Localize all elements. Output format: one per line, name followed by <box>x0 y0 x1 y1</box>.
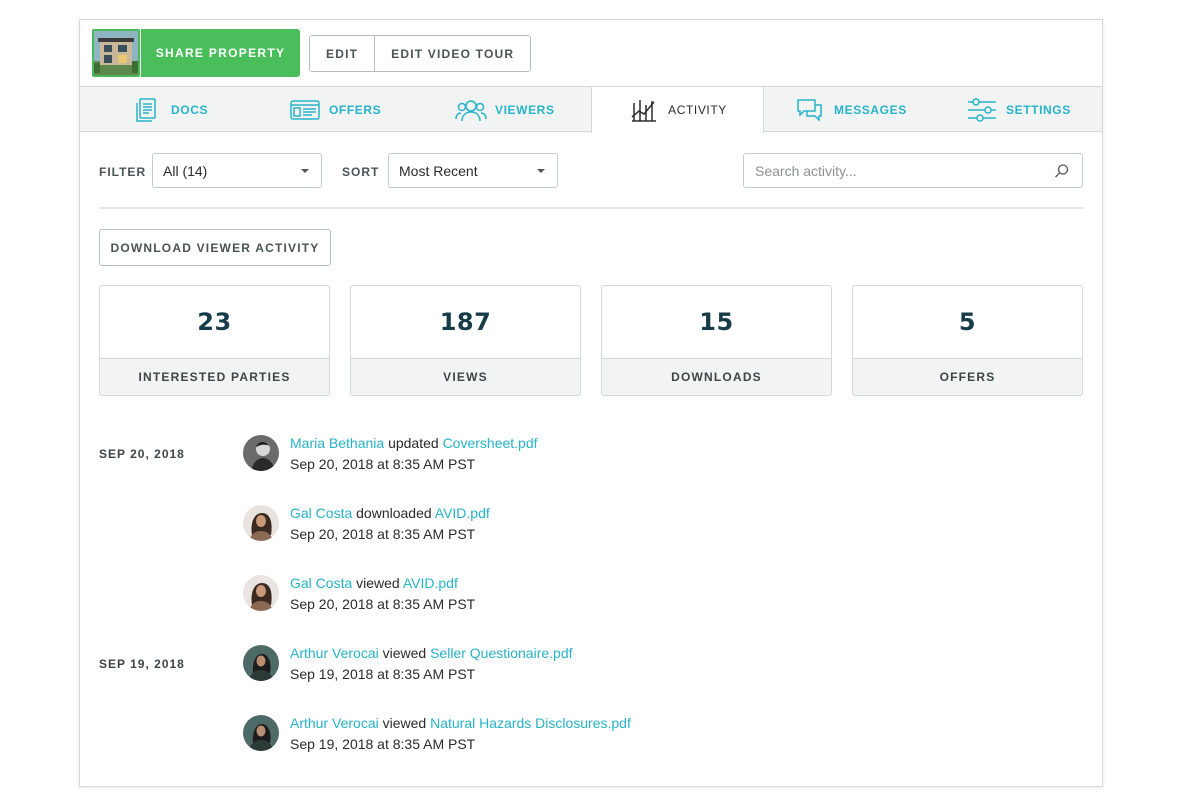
tab-bar: DOCS OFFERS VIEWERS ACTIVITY MESSAGES SE… <box>80 87 1102 133</box>
tab-activity-label: ACTIVITY <box>668 103 727 117</box>
user-link[interactable]: Maria Bethania <box>290 435 384 451</box>
avatar[interactable] <box>243 645 279 681</box>
tab-docs[interactable]: DOCS <box>131 87 208 132</box>
avatar[interactable] <box>243 575 279 611</box>
edit-button-group: EDIT EDIT VIDEO TOUR <box>309 35 532 72</box>
stat-label: OFFERS <box>853 359 1082 395</box>
tab-offers-label: OFFERS <box>329 102 382 117</box>
activity-icon <box>628 96 660 124</box>
user-link[interactable]: Arthur Verocai <box>290 715 379 731</box>
stat-card-downloads: 15 DOWNLOADS <box>601 285 832 396</box>
user-link[interactable]: Gal Costa <box>290 575 352 591</box>
tab-viewers[interactable]: VIEWERS <box>455 87 555 132</box>
chevron-down-icon <box>301 169 309 173</box>
activity-timestamp: Sep 20, 2018 at 8:35 AM PST <box>290 526 476 542</box>
user-link[interactable]: Gal Costa <box>290 505 352 521</box>
divider <box>99 207 1083 209</box>
filter-select[interactable]: All (14) <box>152 153 322 188</box>
activity-date-heading: SEP 20, 2018 <box>99 447 185 461</box>
activity-text: Arthur Verocai viewed Natural Hazards Di… <box>290 715 631 731</box>
stat-label: INTERESTED PARTIES <box>100 359 329 395</box>
property-panel: SHARE PROPERTY EDIT EDIT VIDEO TOUR DOCS <box>79 19 1103 787</box>
file-link[interactable]: AVID.pdf <box>435 505 490 521</box>
filter-label: FILTER <box>99 165 147 179</box>
activity-timestamp: Sep 20, 2018 at 8:35 AM PST <box>290 596 476 612</box>
sort-select[interactable]: Most Recent <box>388 153 558 188</box>
stat-label: DOWNLOADS <box>602 359 831 395</box>
download-viewer-activity-button[interactable]: DOWNLOAD VIEWER ACTIVITY <box>99 229 331 266</box>
tab-activity[interactable]: ACTIVITY <box>591 87 764 133</box>
activity-timestamp: Sep 20, 2018 at 8:35 AM PST <box>290 456 476 472</box>
file-link[interactable]: AVID.pdf <box>403 575 458 591</box>
viewers-icon <box>455 96 487 124</box>
stat-card-interested-parties: 23 INTERESTED PARTIES <box>99 285 330 396</box>
activity-action: downloaded <box>356 505 432 521</box>
stat-value: 15 <box>602 286 831 359</box>
activity-timestamp: Sep 19, 2018 at 8:35 AM PST <box>290 666 476 682</box>
stat-label: VIEWS <box>351 359 580 395</box>
property-header: SHARE PROPERTY EDIT EDIT VIDEO TOUR <box>80 20 1102 87</box>
tab-messages[interactable]: MESSAGES <box>794 87 907 132</box>
chevron-down-icon <box>537 169 545 173</box>
activity-text: Arthur Verocai viewed Seller Questionair… <box>290 645 573 661</box>
filter-value: All (14) <box>163 162 208 179</box>
tab-messages-label: MESSAGES <box>834 102 907 117</box>
sort-value: Most Recent <box>399 162 478 179</box>
search-icon[interactable] <box>1054 163 1070 179</box>
edit-button[interactable]: EDIT <box>310 36 375 71</box>
activity-text: Gal Costa downloaded AVID.pdf <box>290 505 490 521</box>
property-thumbnail[interactable] <box>92 29 140 77</box>
house-photo-icon <box>94 31 138 75</box>
user-link[interactable]: Arthur Verocai <box>290 645 379 661</box>
stat-value: 187 <box>351 286 580 359</box>
file-link[interactable]: Seller Questionaire.pdf <box>430 645 572 661</box>
activity-timestamp: Sep 19, 2018 at 8:35 AM PST <box>290 736 476 752</box>
docs-icon <box>131 96 163 124</box>
share-property-button[interactable]: SHARE PROPERTY <box>141 29 300 77</box>
edit-video-tour-button[interactable]: EDIT VIDEO TOUR <box>374 36 531 71</box>
activity-text: Gal Costa viewed AVID.pdf <box>290 575 458 591</box>
avatar[interactable] <box>243 435 279 471</box>
stat-value: 23 <box>100 286 329 359</box>
avatar[interactable] <box>243 715 279 751</box>
file-link[interactable]: Natural Hazards Disclosures.pdf <box>430 715 631 731</box>
tab-viewers-label: VIEWERS <box>495 102 555 117</box>
tab-offers[interactable]: OFFERS <box>289 87 381 132</box>
messages-icon <box>794 96 826 124</box>
activity-action: viewed <box>382 715 427 731</box>
file-link[interactable]: Coversheet.pdf <box>443 435 538 451</box>
stat-card-offers: 5 OFFERS <box>852 285 1083 396</box>
activity-action: updated <box>388 435 439 451</box>
tab-settings-label: SETTINGS <box>1006 102 1071 117</box>
settings-icon <box>966 96 998 124</box>
offers-icon <box>289 96 321 124</box>
tab-docs-label: DOCS <box>171 102 209 117</box>
activity-action: viewed <box>356 575 400 591</box>
activity-action: viewed <box>382 645 427 661</box>
activity-text: Maria Bethania updated Coversheet.pdf <box>290 435 538 451</box>
search-input[interactable] <box>743 153 1083 188</box>
stat-value: 5 <box>853 286 1082 359</box>
avatar[interactable] <box>243 505 279 541</box>
tab-settings[interactable]: SETTINGS <box>966 87 1071 132</box>
sort-label: SORT <box>342 165 380 179</box>
stat-card-views: 187 VIEWS <box>350 285 581 396</box>
activity-date-heading: SEP 19, 2018 <box>99 657 185 671</box>
